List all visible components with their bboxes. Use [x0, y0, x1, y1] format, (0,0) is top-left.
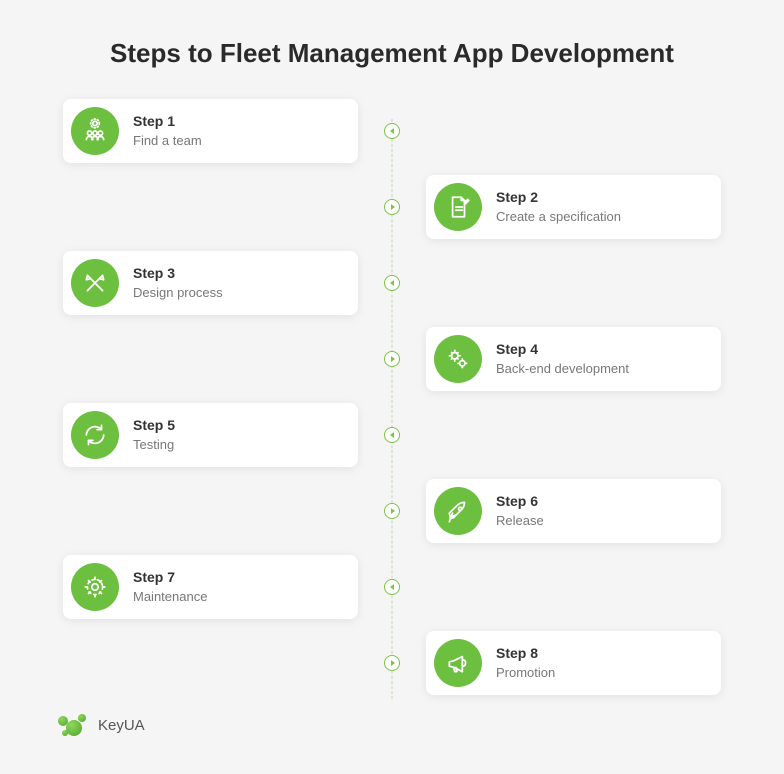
page-title: Steps to Fleet Management App Developmen…: [0, 0, 784, 99]
step-card: Step 3 Design process: [63, 251, 358, 315]
timeline: Step 1 Find a team Step 2 Create a speci…: [0, 99, 784, 699]
timeline-node: [384, 199, 400, 215]
step-card: Step 1 Find a team: [63, 99, 358, 163]
step-desc: Find a team: [133, 133, 202, 149]
step-card: Step 8 Promotion: [426, 631, 721, 695]
timeline-node: [384, 579, 400, 595]
cycle-icon: [71, 411, 119, 459]
timeline-node: [384, 351, 400, 367]
maint-icon: [71, 563, 119, 611]
step-desc: Testing: [133, 437, 175, 453]
step-desc: Create a specification: [496, 209, 621, 225]
timeline-node: [384, 503, 400, 519]
step-label: Step 4: [496, 341, 629, 359]
step-desc: Design process: [133, 285, 223, 301]
promo-icon: [434, 639, 482, 687]
step-card: Step 6 Release: [426, 479, 721, 543]
timeline-node: [384, 427, 400, 443]
team-icon: [71, 107, 119, 155]
brand-name: KeyUA: [98, 717, 145, 734]
brand-logo-icon: [58, 710, 88, 740]
step-card: Step 4 Back-end development: [426, 327, 721, 391]
step-label: Step 6: [496, 493, 544, 511]
step-label: Step 5: [133, 417, 175, 435]
step-label: Step 3: [133, 265, 223, 283]
step-desc: Maintenance: [133, 589, 207, 605]
brand: KeyUA: [58, 710, 145, 740]
step-card: Step 5 Testing: [63, 403, 358, 467]
step-card: Step 7 Maintenance: [63, 555, 358, 619]
timeline-node: [384, 275, 400, 291]
timeline-node: [384, 655, 400, 671]
gears-icon: [434, 335, 482, 383]
step-label: Step 7: [133, 569, 207, 587]
step-label: Step 2: [496, 189, 621, 207]
step-desc: Promotion: [496, 665, 555, 681]
step-card: Step 2 Create a specification: [426, 175, 721, 239]
spec-icon: [434, 183, 482, 231]
timeline-node: [384, 123, 400, 139]
step-label: Step 8: [496, 645, 555, 663]
step-desc: Release: [496, 513, 544, 529]
step-label: Step 1: [133, 113, 202, 131]
design-icon: [71, 259, 119, 307]
rocket-icon: [434, 487, 482, 535]
step-desc: Back-end development: [496, 361, 629, 377]
